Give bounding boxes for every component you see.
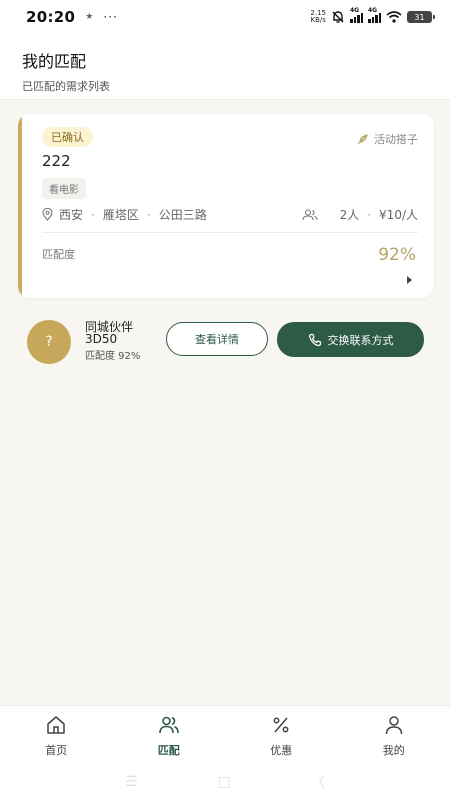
chevron-right-icon[interactable] — [407, 276, 412, 284]
activity-type: 活动搭子 — [356, 131, 418, 147]
nav-item-home[interactable]: 首页 — [0, 706, 113, 763]
page-title: 我的匹配 — [22, 52, 87, 71]
view-details-button[interactable]: 查看详情 — [166, 322, 268, 356]
partner-id: 3D50 — [85, 332, 118, 346]
app-root: 20:20 ★ ··· 2.15 KB/s 4G 4G 31 我的匹配 已匹配的… — [0, 0, 450, 800]
location-city: 西安 — [59, 208, 84, 222]
menu-icon[interactable]: ☰ — [125, 774, 138, 790]
wifi-icon — [386, 11, 402, 23]
mute-bell-icon — [332, 11, 344, 23]
page-subtitle: 已匹配的需求列表 — [22, 80, 110, 93]
nav-label-profile: 我的 — [382, 744, 405, 757]
back-icon[interactable]: 〈 — [311, 772, 325, 792]
people-icon — [302, 208, 318, 220]
net-speed-unit: KB/s — [310, 16, 326, 24]
feather-icon — [357, 133, 368, 144]
exchange-contact-label: 交换联系方式 — [327, 333, 394, 347]
status-left: 20:20 ★ ··· — [26, 8, 118, 26]
location-row: 西安 · 雁塔区 · 公田三路 2人 · ¥10/人 — [42, 206, 418, 223]
card-title: 222 — [42, 152, 71, 170]
location-street: 公田三路 — [158, 208, 207, 222]
status-right: 2.15 KB/s 4G 4G 31 — [310, 7, 435, 24]
separator: · — [367, 207, 372, 222]
net-speed: 2.15 KB/s — [310, 10, 326, 24]
status-badge: 已确认 — [42, 127, 93, 147]
nav-label-offers: 优惠 — [270, 744, 293, 757]
signal-2-label: 4G — [368, 7, 378, 14]
nav-label-home: 首页 — [45, 744, 68, 757]
exchange-contact-button[interactable]: 交换联系方式 — [277, 322, 424, 357]
card-accent-bar — [18, 114, 22, 298]
signal-icon-1: 4G — [350, 7, 363, 23]
more-dots-icon: ··· — [103, 10, 118, 24]
people-count: 2人 — [339, 208, 360, 222]
activity-type-label: 活动搭子 — [374, 133, 418, 146]
system-nav-bar: ☰ □ 〈 — [0, 763, 450, 800]
star-icon: ★ — [85, 12, 94, 22]
bottom-nav: 首页 匹配 优惠 我的 — [0, 705, 450, 763]
partner-row: ? 同城伙伴 3D50 匹配度 92% 查看详情 交换联系方式 — [0, 318, 450, 364]
battery-level: 31 — [414, 12, 425, 22]
home-icon — [47, 716, 65, 734]
separator: · — [91, 207, 95, 222]
status-time: 20:20 — [26, 8, 76, 26]
page-header: 我的匹配 已匹配的需求列表 — [0, 34, 450, 100]
location-pin-icon — [42, 208, 53, 221]
signal-1-label: 4G — [350, 7, 360, 14]
nav-label-match: 匹配 — [157, 744, 180, 757]
category-tag: 看电影 — [42, 178, 86, 199]
signal-icon-2: 4G — [368, 7, 381, 23]
view-details-label: 查看详情 — [195, 333, 239, 346]
partner-score: 匹配度 92% — [85, 351, 141, 362]
avatar: ? — [27, 320, 71, 364]
people-price: 2人 · ¥10/人 — [302, 206, 418, 223]
card-divider — [42, 232, 418, 233]
status-bar: 20:20 ★ ··· 2.15 KB/s 4G 4G 31 — [0, 0, 450, 34]
score-label: 匹配度 — [42, 248, 75, 261]
separator: · — [146, 207, 151, 222]
price: ¥10/人 — [379, 208, 418, 222]
users-icon — [158, 716, 179, 734]
nav-item-profile[interactable]: 我的 — [338, 706, 450, 763]
match-card[interactable]: 已确认 活动搭子 222 看电影 西安 · 雁塔区 · 公田三路 2人 · ¥1… — [18, 114, 434, 298]
percent-icon — [273, 717, 289, 733]
nav-item-offers[interactable]: 优惠 — [225, 706, 338, 763]
score-value: 92% — [378, 245, 416, 265]
phone-icon — [308, 333, 321, 346]
location-district: 雁塔区 — [102, 208, 139, 222]
home-square-icon[interactable]: □ — [218, 774, 231, 790]
nav-item-match[interactable]: 匹配 — [113, 706, 226, 763]
user-icon — [385, 716, 402, 735]
location: 西安 · 雁塔区 · 公田三路 — [42, 206, 207, 223]
battery-icon: 31 — [407, 11, 435, 23]
